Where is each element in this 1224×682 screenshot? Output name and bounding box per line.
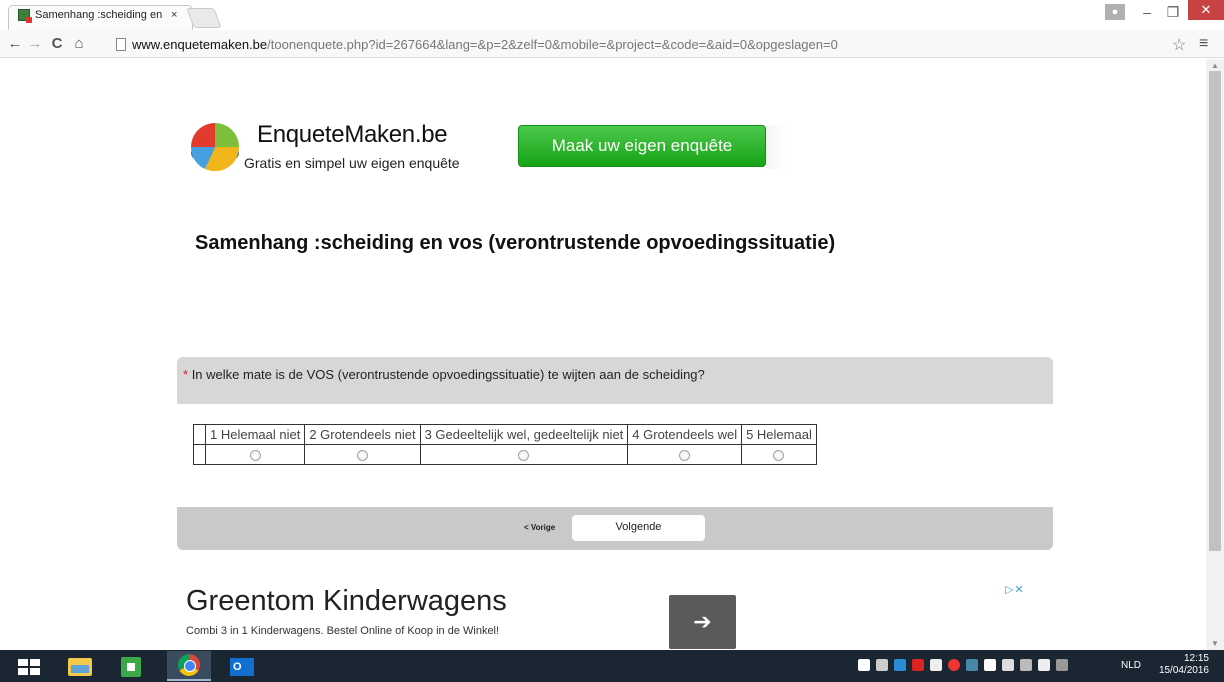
tray-grid-icon[interactable] bbox=[858, 659, 870, 671]
question-text: * In welke mate is de VOS (verontrustend… bbox=[183, 367, 705, 382]
address-bar[interactable]: www.enquetemaken.be/toonenquete.php?id=2… bbox=[116, 34, 1166, 54]
ad-choices-icon[interactable]: ▷✕ bbox=[1005, 583, 1025, 596]
pie-chart-logo-icon bbox=[190, 123, 240, 171]
option-cell-2 bbox=[304, 444, 421, 465]
close-window-button[interactable]: ✕ bbox=[1188, 0, 1224, 20]
option-label-1: 1 Helemaal niet bbox=[204, 424, 306, 445]
page-icon bbox=[116, 37, 126, 51]
windows-start-icon[interactable] bbox=[18, 659, 40, 675]
tray-volume-icon[interactable] bbox=[1038, 659, 1050, 671]
survey-navigation: < Vorige Volgende bbox=[177, 507, 1053, 550]
chrome-menu-icon[interactable]: ≡ bbox=[1199, 35, 1208, 53]
radio-option-5[interactable] bbox=[773, 450, 785, 462]
tray-flag-icon[interactable] bbox=[1002, 659, 1014, 671]
bookmark-star-icon[interactable]: ☆ bbox=[1172, 35, 1186, 55]
scale-header-row: 1 Helemaal niet 2 Grotendeels niet 3 Ged… bbox=[193, 424, 817, 445]
new-tab-button[interactable] bbox=[186, 8, 222, 28]
store-icon[interactable] bbox=[111, 653, 151, 681]
option-cell-5 bbox=[741, 444, 817, 465]
clock-time: 12:15 bbox=[1183, 653, 1209, 664]
scroll-thumb[interactable] bbox=[1209, 71, 1221, 551]
option-label-5: 5 Helemaal bbox=[741, 424, 817, 445]
url-text[interactable]: www.enquetemaken.be/toonenquete.php?id=2… bbox=[132, 37, 838, 52]
site-favicon-icon bbox=[18, 9, 32, 23]
forward-arrow-icon[interactable]: → bbox=[26, 34, 44, 54]
question-label: In welke mate is de VOS (verontrustende … bbox=[191, 367, 705, 382]
home-icon[interactable]: ⌂ bbox=[70, 34, 88, 54]
survey-title: Samenhang :scheiding en vos (verontruste… bbox=[195, 232, 836, 254]
tray-signal-icon[interactable] bbox=[1020, 659, 1032, 671]
next-page-button[interactable]: Volgende bbox=[572, 515, 705, 541]
tray-security-icon[interactable] bbox=[948, 659, 960, 671]
page-viewport: EnqueteMaken.be Gratis en simpel uw eige… bbox=[0, 59, 1206, 650]
option-label-2: 2 Grotendeels niet bbox=[304, 424, 421, 445]
browser-toolbar: ← → C ⌂ www.enquetemaken.be/toonenquete.… bbox=[0, 30, 1224, 58]
url-path: /toonenquete.php?id=267664&lang=&p=2&zel… bbox=[267, 36, 838, 52]
create-survey-button[interactable]: Maak uw eigen enquête bbox=[518, 125, 766, 167]
tray-app-icon[interactable] bbox=[894, 659, 906, 671]
language-indicator[interactable]: NLD bbox=[1121, 660, 1141, 671]
tab-title: Samenhang :scheiding en bbox=[35, 9, 163, 21]
scroll-down-icon[interactable]: ▼ bbox=[1211, 639, 1219, 648]
tray-monitor-icon[interactable] bbox=[930, 659, 942, 671]
row-header-cell bbox=[193, 444, 206, 465]
tray-acrobat-icon[interactable] bbox=[912, 659, 924, 671]
tab-close-icon[interactable]: × bbox=[171, 9, 177, 21]
reload-icon[interactable]: C bbox=[48, 34, 66, 54]
ad-description: Combi 3 in 1 Kinderwagens. Bestel Online… bbox=[186, 625, 500, 637]
likert-scale-table: 1 Helemaal niet 2 Grotendeels niet 3 Ged… bbox=[193, 424, 817, 465]
ad-arrow-button[interactable]: ➔ bbox=[669, 595, 736, 649]
radio-option-1[interactable] bbox=[249, 450, 261, 462]
option-label-3: 3 Gedeeltelijk wel, gedeeltelijk niet bbox=[419, 424, 629, 445]
option-cell-4 bbox=[627, 444, 743, 465]
radio-option-4[interactable] bbox=[679, 450, 691, 462]
logo-tagline: Gratis en simpel uw eigen enquête bbox=[244, 155, 460, 171]
radio-option-3[interactable] bbox=[518, 450, 530, 462]
minimize-button[interactable]: – bbox=[1134, 2, 1160, 22]
logo-name: EnqueteMaken.be bbox=[257, 121, 448, 148]
tray-bluetooth-icon[interactable] bbox=[984, 659, 996, 671]
row-header-cell bbox=[193, 424, 206, 445]
clock[interactable]: 12:15 15/04/2016 bbox=[1155, 653, 1209, 677]
question-header: * In welke mate is de VOS (verontrustend… bbox=[177, 357, 1053, 404]
ad-title[interactable]: Greentom Kinderwagens bbox=[186, 585, 507, 618]
tray-cloud-icon[interactable] bbox=[876, 659, 888, 671]
page-scrollbar[interactable]: ▲ ▼ bbox=[1206, 59, 1224, 650]
option-cell-3 bbox=[419, 444, 629, 465]
previous-page-link[interactable]: < Vorige bbox=[524, 523, 555, 532]
user-profile-icon[interactable]: ● bbox=[1105, 4, 1125, 20]
option-cell-1 bbox=[204, 444, 306, 465]
cta-shadow bbox=[766, 125, 788, 169]
file-explorer-icon[interactable] bbox=[60, 653, 100, 681]
windows-taskbar: O NLD 12:15 15/04/2016 bbox=[0, 650, 1224, 682]
maximize-button[interactable]: ❐ bbox=[1160, 2, 1186, 22]
browser-titlebar: Samenhang :scheiding en × ● – ❐ ✕ bbox=[0, 0, 1224, 30]
option-label-4: 4 Grotendeels wel bbox=[627, 424, 743, 445]
required-marker: * bbox=[183, 367, 189, 382]
clock-date: 15/04/2016 bbox=[1158, 665, 1209, 676]
scale-radio-row bbox=[193, 444, 817, 465]
site-logo[interactable]: EnqueteMaken.be Gratis en simpel uw eige… bbox=[189, 115, 489, 175]
scroll-up-icon[interactable]: ▲ bbox=[1211, 61, 1219, 70]
radio-option-2[interactable] bbox=[356, 450, 368, 462]
system-tray bbox=[858, 659, 1068, 671]
outlook-icon[interactable]: O bbox=[222, 653, 262, 681]
url-host: www.enquetemaken.be bbox=[132, 36, 268, 52]
back-arrow-icon[interactable]: ← bbox=[6, 34, 24, 54]
tray-battery-icon[interactable] bbox=[1056, 659, 1068, 671]
tray-network-icon[interactable] bbox=[966, 659, 978, 671]
chrome-icon[interactable] bbox=[167, 651, 211, 681]
browser-tab-content[interactable]: Samenhang :scheiding en × bbox=[18, 6, 188, 24]
